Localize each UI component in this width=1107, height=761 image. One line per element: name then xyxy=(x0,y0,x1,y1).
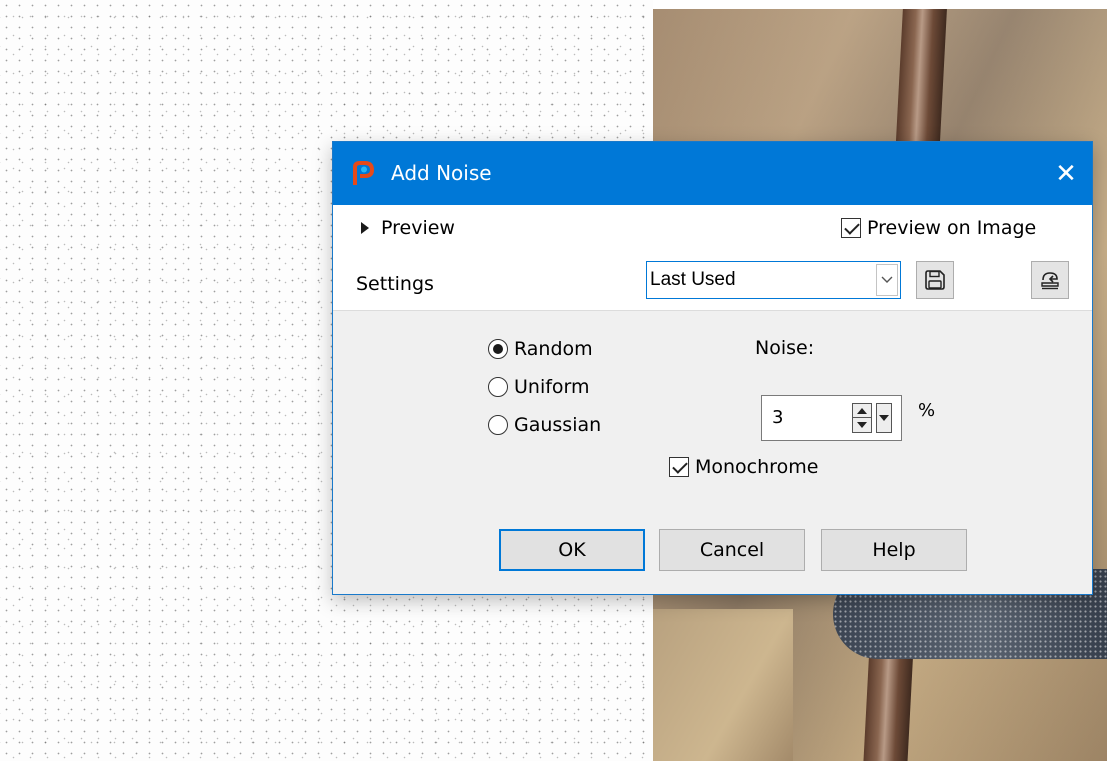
dialog-title-bar[interactable]: Add Noise ✕ xyxy=(333,142,1092,205)
stepper-down-icon[interactable] xyxy=(853,418,871,432)
radio-random-indicator[interactable] xyxy=(488,339,508,359)
dialog-title: Add Noise xyxy=(391,161,492,185)
reset-hand-icon xyxy=(1041,272,1059,290)
radio-uniform-indicator[interactable] xyxy=(488,377,508,397)
monochrome-check-icon[interactable] xyxy=(669,457,689,477)
cancel-button[interactable]: Cancel xyxy=(659,529,805,571)
noise-label: Noise: xyxy=(755,337,815,359)
noise-amount-stepper[interactable]: 3 xyxy=(761,395,902,441)
monochrome-label: Monochrome xyxy=(695,456,819,478)
chevron-down-icon[interactable] xyxy=(876,264,898,296)
preview-on-image-label: Preview on Image xyxy=(867,217,1037,239)
preview-on-image-check-icon[interactable] xyxy=(841,218,861,238)
percent-unit-label: % xyxy=(918,400,936,421)
monochrome-checkbox[interactable]: Monochrome xyxy=(669,454,818,480)
dialog-header-panel: Preview Preview on Image Settings Last U… xyxy=(333,205,1092,311)
radio-random[interactable]: Random xyxy=(488,336,593,362)
photo-background-region xyxy=(653,609,793,761)
reset-preset-button[interactable] xyxy=(1031,261,1069,299)
radio-uniform[interactable]: Uniform xyxy=(488,374,590,400)
chevron-down-icon xyxy=(879,415,889,421)
add-noise-dialog: Add Noise ✕ Preview Preview on Image Set… xyxy=(332,141,1093,595)
preset-dropdown[interactable]: Last Used xyxy=(646,261,901,299)
preview-on-image-checkbox[interactable]: Preview on Image xyxy=(841,215,1036,241)
radio-random-label: Random xyxy=(514,338,593,360)
slider-popup-button[interactable] xyxy=(876,403,892,433)
radio-uniform-label: Uniform xyxy=(514,376,590,398)
help-button[interactable]: Help xyxy=(821,529,967,571)
preset-value: Last Used xyxy=(650,269,736,290)
settings-label: Settings xyxy=(356,273,434,295)
noise-amount-input[interactable]: 3 xyxy=(772,407,783,428)
close-icon: ✕ xyxy=(1055,158,1077,189)
radio-gaussian[interactable]: Gaussian xyxy=(488,412,601,438)
ok-button[interactable]: OK xyxy=(499,529,645,571)
stepper-arrows[interactable] xyxy=(852,403,872,433)
paintshop-app-icon xyxy=(353,161,375,185)
triangle-right-icon xyxy=(361,222,369,234)
stepper-up-icon[interactable] xyxy=(853,404,871,418)
preview-expander[interactable]: Preview xyxy=(361,215,455,241)
preview-label: Preview xyxy=(381,217,455,239)
radio-gaussian-indicator[interactable] xyxy=(488,415,508,435)
save-preset-button[interactable] xyxy=(916,261,954,299)
close-button[interactable]: ✕ xyxy=(1040,142,1092,205)
radio-gaussian-label: Gaussian xyxy=(514,414,602,436)
floppy-disk-icon xyxy=(925,270,945,290)
